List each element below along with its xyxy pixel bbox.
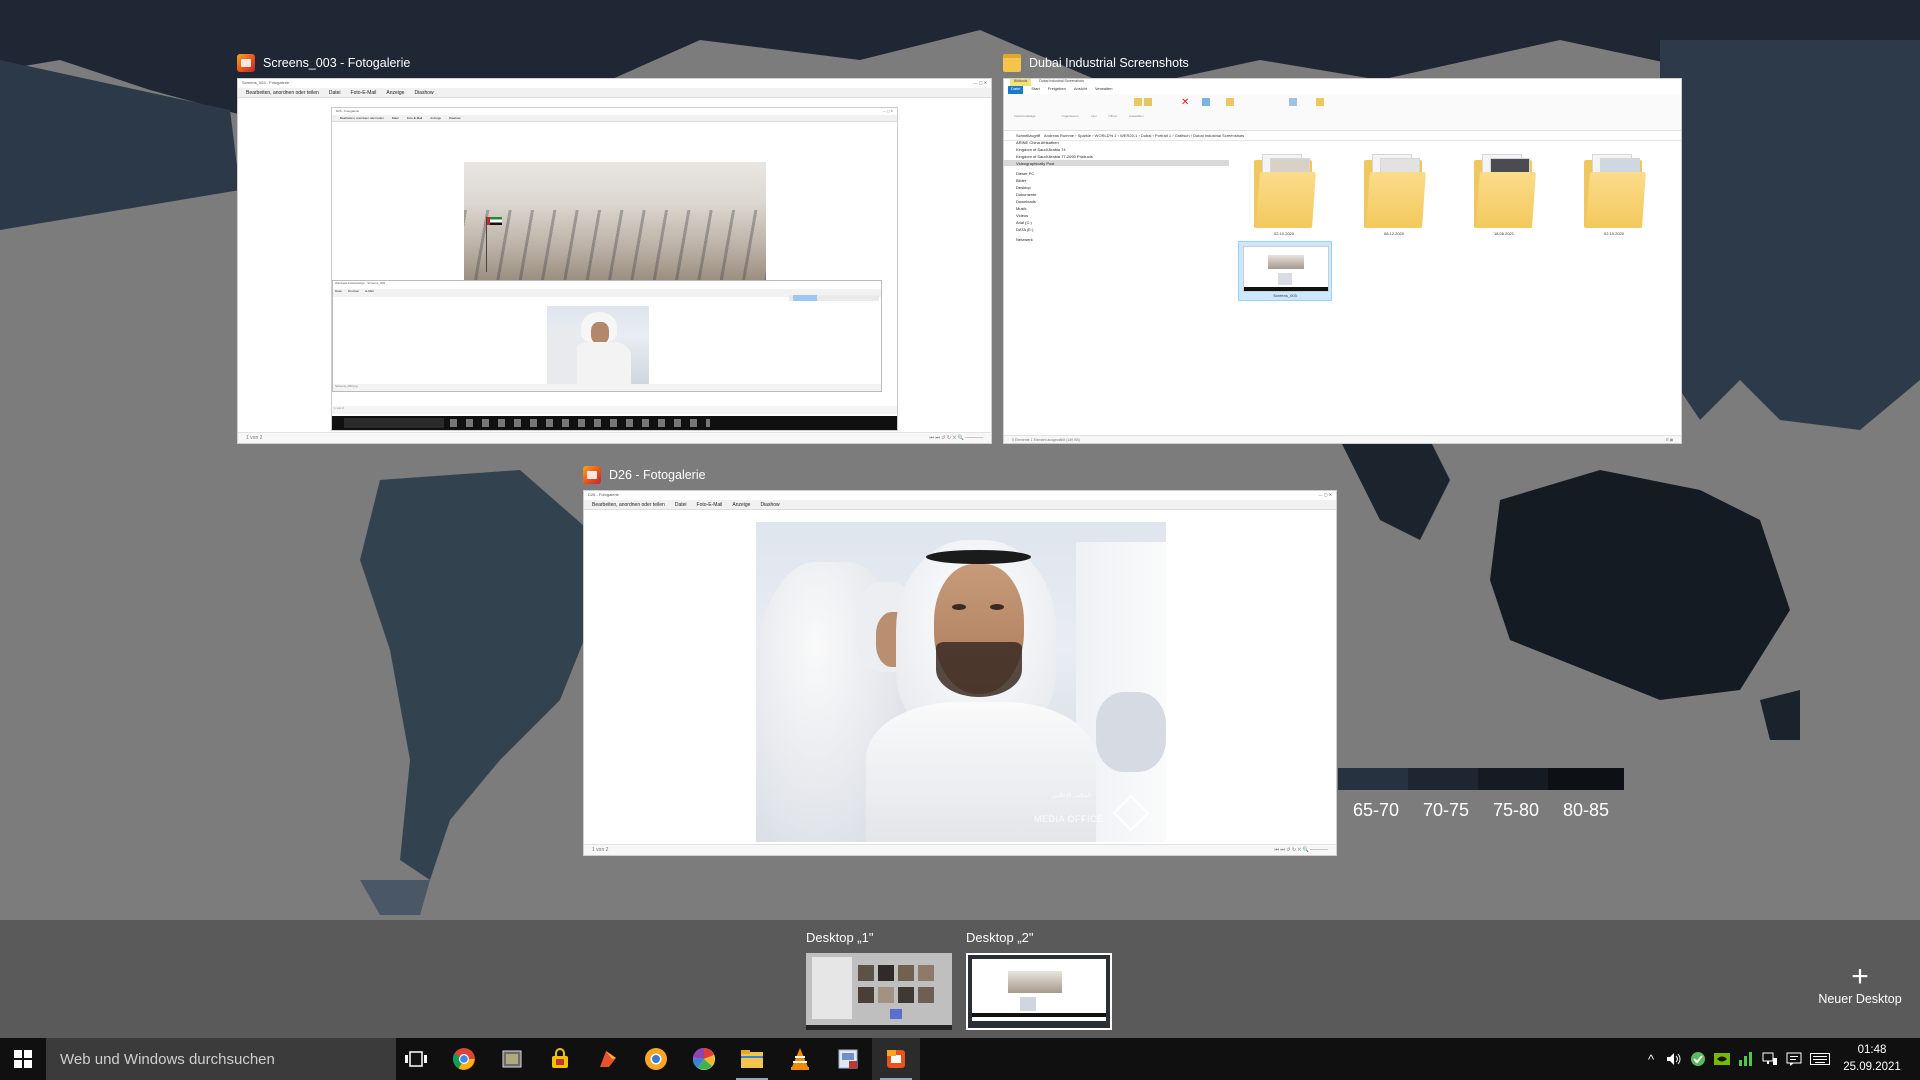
- folder-date: 02.10.2020: [1603, 231, 1625, 236]
- notifications-icon[interactable]: [1782, 1038, 1806, 1080]
- window-preview: Bildtools Dubai Industrial Screenshots D…: [1003, 78, 1682, 444]
- map-legend-label: 65-70: [1352, 800, 1400, 820]
- new-desktop-button[interactable]: + Neuer Desktop: [1810, 960, 1910, 1007]
- desktop-2-label: Desktop „2": [966, 930, 1034, 945]
- map-legend-label: 75-80: [1492, 800, 1540, 820]
- map-legend-label: 80-85: [1562, 800, 1610, 820]
- network-status-icon[interactable]: [1734, 1038, 1758, 1080]
- window-title: Screens_003 - Fotogalerie: [263, 56, 411, 70]
- window-preview: D26 - Fotogalerie — ▢ ✕ Bearbeiten, anord…: [583, 490, 1337, 856]
- portrait-photo: المكتب الإعلامي MEDIA OFFICE: [756, 522, 1166, 842]
- volume-icon[interactable]: [1662, 1038, 1686, 1080]
- mini-menu-bar: Bearbeiten, anordnen oder teilen Datei Fot…: [584, 500, 1336, 510]
- folder-item[interactable]: [1254, 152, 1316, 230]
- gallery-status-bar: 1 von 2 ⏮ ⏭ ↺ ↻ ✕ 🔍 ─────: [238, 432, 991, 443]
- network-icon[interactable]: [1758, 1038, 1782, 1080]
- window-title: Dubai Industrial Screenshots: [1029, 56, 1189, 70]
- window-thumbnail-d26[interactable]: D26 - Fotogalerie D26 - Fotogalerie — ▢ ✕…: [583, 462, 1337, 856]
- map-legend-swatch: [1478, 768, 1548, 790]
- folder-item[interactable]: [1584, 152, 1646, 230]
- explorer-status-bar: 5 Elemente 1 Element ausgewählt (149 KB)…: [1004, 435, 1681, 443]
- mini-title-bar: Screens_003 - Fotogalerie — ▢ ✕: [242, 80, 987, 85]
- paint-icon[interactable]: [584, 1038, 632, 1080]
- photo-gallery-icon: [583, 466, 601, 484]
- desktop-1-thumbnail[interactable]: [806, 953, 952, 1030]
- map-legend-label: 70-75: [1422, 800, 1470, 820]
- clock-date: 25.09.2021: [1843, 1061, 1901, 1073]
- new-desktop-label: Neuer Desktop: [1818, 992, 1902, 1006]
- virtual-desktops-strip: [0, 920, 1920, 1038]
- ribbon-tabs: Datei Start Freigeben Ansicht Verwalten: [1004, 86, 1681, 94]
- window-title-bar: Screens_003 - Fotogalerie: [237, 50, 410, 76]
- file-explorer-icon[interactable]: [728, 1038, 776, 1080]
- photo-gallery-icon: [237, 54, 255, 72]
- nested-screenshot: D26 - Fotogalerie — ▢ ✕ Bearbeiten, anord…: [331, 107, 898, 431]
- window-title-bar: Dubai Industrial Screenshots: [1003, 50, 1189, 76]
- vpn-icon[interactable]: [536, 1038, 584, 1080]
- folder-item[interactable]: [1474, 152, 1536, 230]
- chrome-icon[interactable]: [440, 1038, 488, 1080]
- window-title-bar: D26 - Fotogalerie: [583, 462, 706, 488]
- map-legend-swatch: [1548, 768, 1624, 790]
- nested-viewer-window: Windows-Fotoanzeige - Screens_003 Datei D…: [332, 280, 882, 392]
- desktop-2-thumbnail[interactable]: [966, 953, 1112, 1030]
- ribbon: ✕ Zwischenablage Organisieren Neu Öffnen…: [1004, 94, 1681, 131]
- keyboard-icon[interactable]: [1806, 1038, 1834, 1080]
- vlc-icon[interactable]: [776, 1038, 824, 1080]
- windows-logo-icon: [14, 1050, 32, 1068]
- clock[interactable]: 01:48 25.09.2021: [1836, 1042, 1908, 1076]
- desert-photo: [464, 162, 766, 280]
- pdf-viewer-icon[interactable]: [824, 1038, 872, 1080]
- folder-date: 02.10.2020: [1273, 231, 1295, 236]
- mini-menu-bar: Bearbeiten, anordnen oder teilen Datei Fot…: [238, 88, 991, 98]
- image-tool-icon[interactable]: [488, 1038, 536, 1080]
- picasa-icon[interactable]: [680, 1038, 728, 1080]
- media-office-watermark: MEDIA OFFICE: [1034, 814, 1104, 824]
- start-button[interactable]: [0, 1038, 46, 1080]
- folder-item[interactable]: [1364, 152, 1426, 230]
- plus-icon: +: [1851, 960, 1869, 993]
- nvidia-icon[interactable]: [1710, 1038, 1734, 1080]
- map-legend-swatch: [1338, 768, 1408, 790]
- map-legend-swatch: [1408, 768, 1478, 790]
- desktop-1-label: Desktop „1": [806, 930, 874, 945]
- mini-title-bar: D26 - Fotogalerie — ▢ ✕: [588, 492, 1332, 497]
- clock-time: 01:48: [1857, 1044, 1887, 1056]
- window-thumbnail-screens-003[interactable]: Screens_003 - Fotogalerie Screens_003 - …: [237, 50, 992, 444]
- window-thumbnail-explorer[interactable]: Dubai Industrial Screenshots Bildtools D…: [1003, 50, 1682, 444]
- navigation-pane: Schnellzugriff ARINE China Afrikathen Ki…: [1004, 132, 1229, 433]
- photo-gallery-icon[interactable]: [872, 1038, 920, 1080]
- taskbar: Web und Windows durchsuchen ^ 01:48 25.0…: [0, 1038, 1920, 1080]
- window-title: D26 - Fotogalerie: [609, 468, 706, 482]
- folder-date: 18.06.2021: [1493, 231, 1515, 236]
- chevron-up-icon[interactable]: ^: [1640, 1038, 1662, 1080]
- window-preview: Screens_003 - Fotogalerie — ▢ ✕ Bearbeite…: [237, 78, 992, 444]
- nested-taskbar: [332, 416, 897, 430]
- gallery-status-bar: 1 von 2 ⏮ ⏭ ↺ ↻ ✕ 🔍 ─────: [584, 844, 1336, 855]
- chrome-canary-icon[interactable]: [632, 1038, 680, 1080]
- search-box[interactable]: Web und Windows durchsuchen: [46, 1038, 396, 1080]
- task-view-icon[interactable]: [392, 1038, 440, 1080]
- file-item-selected[interactable]: Screens_003: [1238, 241, 1332, 301]
- folder-icon: [1003, 54, 1021, 72]
- folder-date: 08.12.2020: [1383, 231, 1405, 236]
- security-check-icon[interactable]: [1686, 1038, 1710, 1080]
